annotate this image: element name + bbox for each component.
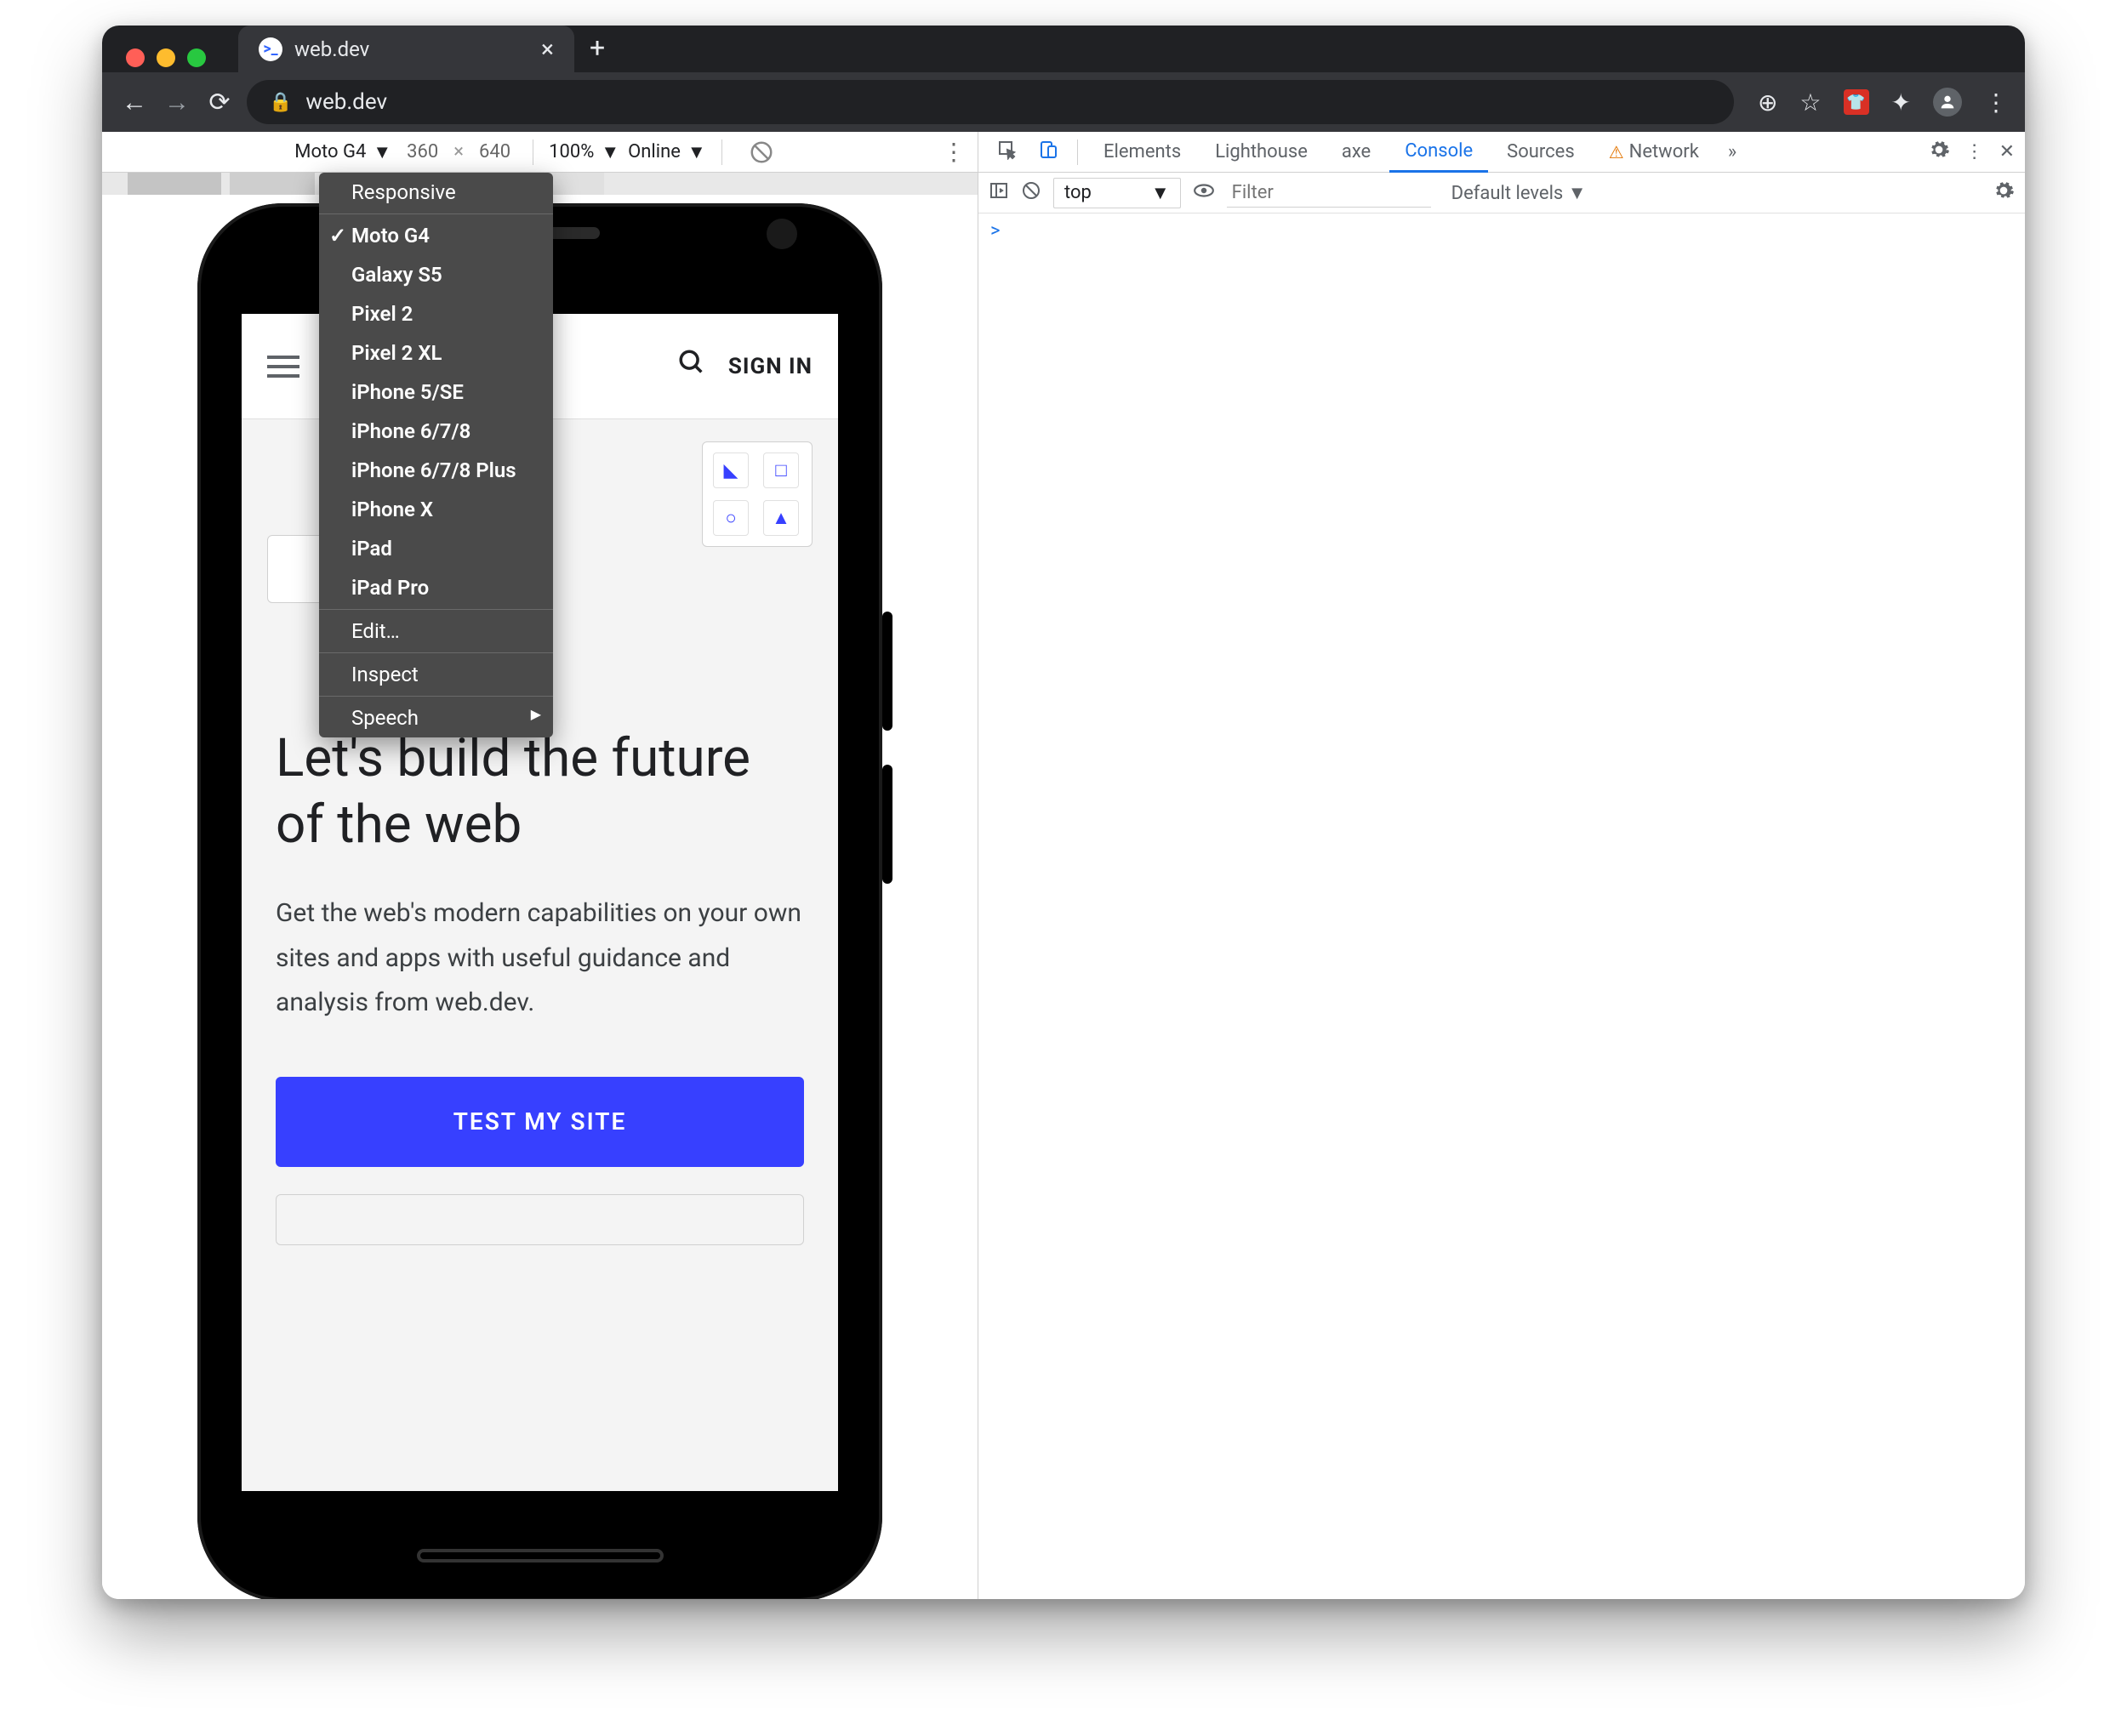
menu-icon[interactable]: [267, 356, 299, 378]
secondary-card[interactable]: [276, 1194, 804, 1245]
device-inspect[interactable]: Inspect: [319, 655, 553, 694]
device-toolbar: Moto G4 ▼ 360 × 640 100% ▼ Online ▼: [102, 132, 978, 173]
zoom-selector[interactable]: 100% ▼: [549, 141, 619, 163]
clear-console-icon[interactable]: [1021, 180, 1041, 206]
throttle-selector[interactable]: Online ▼: [628, 141, 706, 163]
new-tab-button[interactable]: +: [590, 31, 605, 64]
device-option[interactable]: Galaxy S5: [319, 255, 553, 294]
home-bar: [417, 1549, 664, 1562]
devtools-pane: Elements Lighthouse axe Console Sources …: [978, 132, 2025, 1599]
shape-circle-icon: ○: [713, 500, 749, 536]
console-settings-icon[interactable]: [1993, 179, 2015, 207]
tab-network[interactable]: ⚠Network: [1594, 132, 1714, 173]
device-option[interactable]: iPhone 6/7/8 Plus: [319, 451, 553, 490]
url-actions: ⊕ ☆ 👕 ✦ ⋮: [1758, 88, 2008, 117]
tab-sources[interactable]: Sources: [1491, 132, 1590, 173]
device-edit[interactable]: Edit…: [319, 612, 553, 651]
dimension-separator: ×: [453, 141, 464, 162]
tab-elements[interactable]: Elements: [1088, 132, 1196, 173]
viewport-height[interactable]: 640: [472, 141, 517, 162]
url-field[interactable]: 🔒 web.dev: [247, 80, 1734, 124]
url-text: web.dev: [305, 89, 387, 115]
favicon-icon: >_: [259, 37, 282, 61]
tab-lighthouse[interactable]: Lighthouse: [1200, 132, 1323, 173]
camera-icon: [767, 219, 797, 249]
close-window-icon[interactable]: [126, 48, 145, 67]
hero-heading: Let's build the future of the web: [276, 726, 804, 857]
add-to-icon[interactable]: ⊕: [1758, 88, 1777, 117]
minimize-window-icon[interactable]: [157, 48, 175, 67]
device-dropdown: Responsive Moto G4 Galaxy S5 Pixel 2 Pix…: [319, 173, 553, 737]
zoom-value: 100%: [549, 141, 594, 162]
viewport-width[interactable]: 360: [400, 141, 445, 162]
title-bar: >_ web.dev × +: [102, 26, 2025, 72]
browser-menu-icon[interactable]: ⋮: [1984, 88, 2008, 117]
context-selector[interactable]: top ▼: [1053, 178, 1181, 208]
device-option[interactable]: Pixel 2 XL: [319, 333, 553, 373]
chevron-down-icon: ▼: [1568, 183, 1587, 204]
console-toolbar: top ▼ Default levels ▼: [978, 173, 2025, 213]
device-toggle-icon[interactable]: [1029, 139, 1067, 165]
device-option[interactable]: Moto G4: [319, 216, 553, 255]
throttle-value: Online: [628, 141, 681, 162]
device-option[interactable]: iPhone X: [319, 490, 553, 529]
device-name: Moto G4: [294, 141, 366, 162]
more-tabs[interactable]: »: [1718, 141, 1747, 162]
device-option-responsive[interactable]: Responsive: [319, 173, 553, 212]
tab-console[interactable]: Console: [1389, 132, 1488, 173]
console-prompt: >: [990, 220, 1001, 242]
shape-triangle-icon: ◣: [713, 452, 749, 488]
device-option[interactable]: iPhone 5/SE: [319, 373, 553, 412]
settings-icon[interactable]: [1928, 139, 1950, 166]
extension-badge[interactable]: 👕: [1844, 89, 1869, 115]
device-option[interactable]: Pixel 2: [319, 294, 553, 333]
lock-icon: 🔒: [269, 92, 292, 113]
chevron-down-icon: ▼: [1151, 182, 1170, 204]
devtools-tabs: Elements Lighthouse axe Console Sources …: [978, 132, 2025, 173]
traffic-lights: [126, 48, 206, 67]
extensions-icon[interactable]: ✦: [1891, 88, 1911, 117]
device-option[interactable]: iPhone 6/7/8: [319, 412, 553, 451]
cta-button[interactable]: TEST MY SITE: [276, 1077, 804, 1167]
rotate-button[interactable]: [738, 137, 785, 168]
browser-tab[interactable]: >_ web.dev ×: [238, 26, 574, 72]
tab-title: web.dev: [294, 37, 369, 61]
device-mode-pane: Moto G4 ▼ 360 × 640 100% ▼ Online ▼: [102, 132, 978, 1599]
chevron-down-icon: ▼: [373, 141, 391, 163]
chevron-down-icon: ▼: [687, 141, 706, 163]
shapes-widget: ◣ □ ○ ▲: [702, 441, 813, 547]
inspect-element-icon[interactable]: [989, 139, 1026, 165]
device-option[interactable]: iPad: [319, 529, 553, 568]
device-option[interactable]: iPad Pro: [319, 568, 553, 607]
close-devtools-icon[interactable]: ✕: [1999, 141, 2015, 162]
profile-avatar[interactable]: [1933, 88, 1962, 117]
bookmark-icon[interactable]: ☆: [1799, 88, 1821, 117]
filter-input[interactable]: [1227, 179, 1431, 208]
shape-square-icon: □: [763, 452, 799, 488]
hero-sub: Get the web's modern capabilities on you…: [276, 891, 804, 1026]
maximize-window-icon[interactable]: [187, 48, 206, 67]
shape-triangle-up-icon: ▲: [763, 500, 799, 536]
search-icon[interactable]: [677, 348, 706, 384]
tab-axe[interactable]: axe: [1326, 132, 1386, 173]
warning-icon: ⚠: [1609, 142, 1624, 162]
signin-button[interactable]: SIGN IN: [728, 354, 813, 379]
reload-button[interactable]: ⟳: [204, 88, 235, 117]
context-value: top: [1064, 182, 1092, 203]
chevron-down-icon: ▼: [601, 141, 619, 163]
close-tab-icon[interactable]: ×: [541, 35, 554, 63]
device-speech[interactable]: Speech: [319, 698, 553, 737]
back-button[interactable]: ←: [119, 88, 150, 117]
url-bar: ← → ⟳ 🔒 web.dev ⊕ ☆ 👕 ✦ ⋮: [102, 72, 2025, 132]
console-body[interactable]: >: [978, 213, 2025, 1599]
browser-window: >_ web.dev × + ← → ⟳ 🔒 web.dev ⊕ ☆ 👕 ✦ ⋮…: [102, 26, 2025, 1599]
sidebar-toggle-icon[interactable]: [989, 180, 1009, 206]
device-selector[interactable]: Moto G4 ▼: [294, 141, 391, 163]
log-levels-selector[interactable]: Default levels ▼: [1451, 182, 1587, 204]
devtools-menu-icon[interactable]: ⋮: [1965, 141, 1984, 162]
forward-button[interactable]: →: [162, 88, 192, 117]
live-expression-icon[interactable]: [1193, 179, 1215, 207]
device-menu-icon[interactable]: ⋮: [942, 138, 966, 166]
